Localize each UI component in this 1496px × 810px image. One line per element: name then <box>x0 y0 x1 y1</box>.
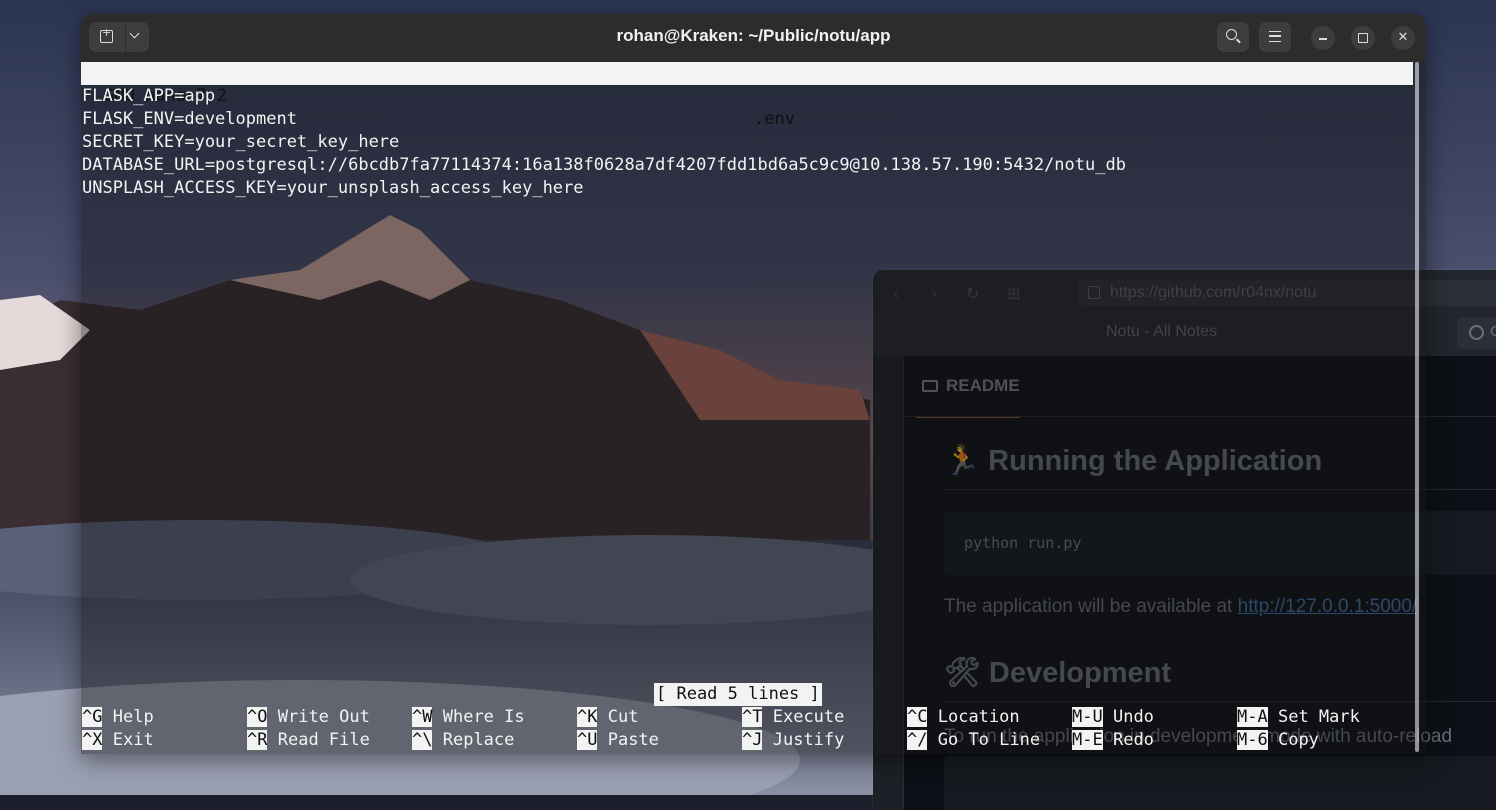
shortcut-key: ^R <box>247 730 268 750</box>
nano-header-bar: GNU nano 7.2 .env <box>81 62 1413 129</box>
file-line[interactable]: DATABASE_URL=postgresql://6bcdb7fa771143… <box>82 154 1126 177</box>
shortcut-key: ^\ <box>412 730 433 750</box>
shortcut-key: ^W <box>412 707 433 727</box>
shortcut-label: Undo <box>1112 707 1154 727</box>
shortcut-key: ^G <box>82 707 103 727</box>
status-message: [ Read 5 lines ] <box>654 683 822 706</box>
close-button[interactable]: ✕ <box>1391 26 1415 50</box>
shortcut-label: Help <box>112 707 154 727</box>
close-icon: ✕ <box>1397 30 1409 45</box>
shortcut-justify[interactable]: ^J Justify <box>742 729 844 752</box>
shortcut-label: Justify <box>772 730 845 750</box>
shortcut-key: ^X <box>82 730 103 750</box>
minimize-button[interactable] <box>1311 26 1335 50</box>
shortcut-paste[interactable]: ^U Paste <box>577 729 659 752</box>
shortcut-copy[interactable]: M-6 Copy <box>1237 729 1319 752</box>
shortcut-label: Go To Line <box>937 730 1041 750</box>
shortcut-label: Copy <box>1277 730 1319 750</box>
shortcut-label: Cut <box>607 707 639 727</box>
shortcut-key: M-U <box>1072 707 1103 727</box>
shortcut-key: ^T <box>742 707 763 727</box>
menu-button[interactable] <box>1259 22 1291 52</box>
shortcut-location[interactable]: ^C Location <box>907 706 1020 729</box>
github-icon <box>1469 325 1484 340</box>
file-line[interactable]: FLASK_ENV=development <box>82 108 297 131</box>
shortcut-label: Location <box>937 707 1020 727</box>
shortcut-key: ^/ <box>907 730 928 750</box>
file-line[interactable]: FLASK_APP=app <box>82 85 215 108</box>
shortcut-cut[interactable]: ^K Cut <box>577 706 638 729</box>
terminal-window[interactable]: rohan@Kraken: ~/Public/notu/app ✕ GNU na… <box>81 14 1426 754</box>
shortcut-set-mark[interactable]: M-A Set Mark <box>1237 706 1360 729</box>
shortcut-label: Execute <box>772 707 845 727</box>
shortcut-read-file[interactable]: ^R Read File <box>247 729 370 752</box>
shortcut-help[interactable]: ^G Help <box>82 706 154 729</box>
shortcut-key: ^U <box>577 730 598 750</box>
shortcut-replace[interactable]: ^\ Replace <box>412 729 514 752</box>
shortcut-write-out[interactable]: ^O Write Out <box>247 706 370 729</box>
file-line[interactable]: SECRET_KEY=your_secret_key_here <box>82 131 399 154</box>
shortcut-key: ^C <box>907 707 928 727</box>
shortcut-label: Redo <box>1112 730 1154 750</box>
shortcut-key: M-6 <box>1237 730 1268 750</box>
search-button[interactable] <box>1217 22 1249 52</box>
shortcut-label: Replace <box>442 730 515 750</box>
minimize-icon <box>1319 38 1327 40</box>
file-line[interactable]: UNSPLASH_ACCESS_KEY=your_unsplash_access… <box>82 177 584 200</box>
shortcut-redo[interactable]: M-E Redo <box>1072 729 1154 752</box>
search-icon <box>1226 29 1237 40</box>
shortcut-undo[interactable]: M-U Undo <box>1072 706 1154 729</box>
github-tab[interactable]: G <box>1457 317 1496 349</box>
shortcut-key: ^O <box>247 707 268 727</box>
maximize-icon <box>1358 33 1368 43</box>
shortcut-key: ^J <box>742 730 763 750</box>
shortcut-exit[interactable]: ^X Exit <box>82 729 154 752</box>
shortcut-key: M-E <box>1072 730 1103 750</box>
terminal-titlebar[interactable]: rohan@Kraken: ~/Public/notu/app ✕ <box>81 14 1426 62</box>
scrollbar[interactable] <box>1415 62 1419 752</box>
shortcut-key: M-A <box>1237 707 1268 727</box>
github-tab-label: G <box>1490 323 1496 340</box>
shortcut-label: Exit <box>112 730 154 750</box>
code-block <box>944 756 1496 810</box>
shortcut-execute[interactable]: ^T Execute <box>742 706 844 729</box>
shortcut-go-to-line[interactable]: ^/ Go To Line <box>907 729 1040 752</box>
shortcut-where-is[interactable]: ^W Where Is <box>412 706 525 729</box>
shortcut-label: Read File <box>277 730 370 750</box>
terminal-body[interactable]: GNU nano 7.2 .env FLASK_APP=app FLASK_EN… <box>81 62 1426 754</box>
maximize-button[interactable] <box>1351 26 1375 50</box>
shortcut-label: Paste <box>607 730 659 750</box>
hamburger-menu-icon <box>1269 31 1281 42</box>
shortcut-label: Set Mark <box>1277 707 1360 727</box>
shortcut-label: Write Out <box>277 707 370 727</box>
shortcut-key: ^K <box>577 707 598 727</box>
shortcut-label: Where Is <box>442 707 525 727</box>
file-name: .env <box>754 109 795 129</box>
